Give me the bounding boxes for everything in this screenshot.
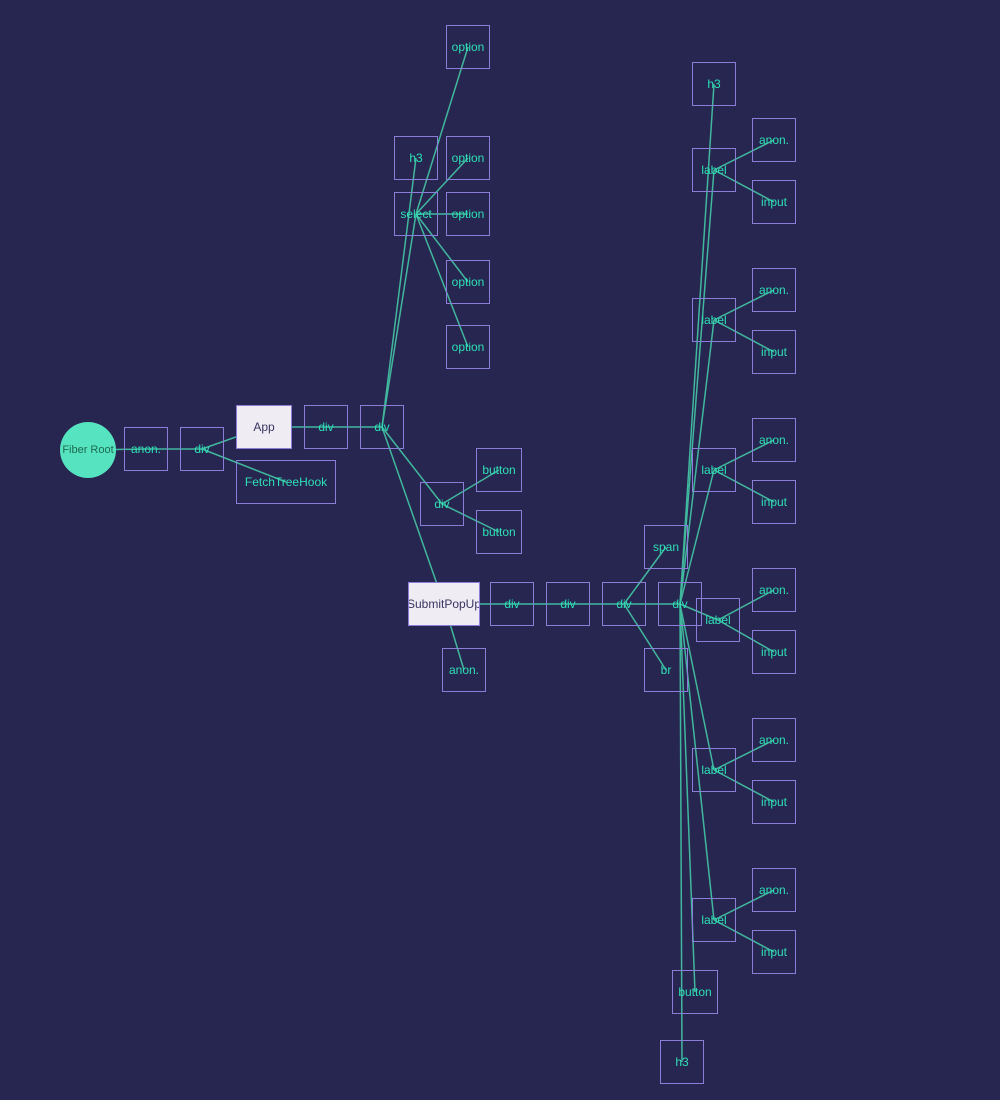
node-anonA[interactable]: anon. — [752, 118, 796, 162]
node-labelB[interactable]: label — [692, 298, 736, 342]
node-option2[interactable]: option — [446, 192, 490, 236]
node-divMain[interactable]: div — [360, 405, 404, 449]
node-h3a[interactable]: h3 — [394, 136, 438, 180]
node-select[interactable]: select — [394, 192, 438, 236]
node-submitPopUp[interactable]: SubmitPopUp — [408, 582, 480, 626]
node-anonD[interactable]: anon. — [752, 568, 796, 612]
node-span[interactable]: span — [644, 525, 688, 569]
node-app[interactable]: App — [236, 405, 292, 449]
node-h3c[interactable]: h3 — [660, 1040, 704, 1084]
node-inputC[interactable]: input — [752, 480, 796, 524]
node-divBtns[interactable]: div — [420, 482, 464, 526]
node-button3[interactable]: button — [672, 970, 718, 1014]
node-option4[interactable]: option — [446, 325, 490, 369]
edge — [416, 47, 468, 214]
node-divRoot[interactable]: div — [180, 427, 224, 471]
node-anonB[interactable]: anon. — [752, 268, 796, 312]
node-labelC[interactable]: label — [692, 448, 736, 492]
node-labelD[interactable]: label — [696, 598, 740, 642]
node-anon2[interactable]: anon. — [442, 648, 486, 692]
node-inputB[interactable]: input — [752, 330, 796, 374]
node-divApp[interactable]: div — [304, 405, 348, 449]
node-divSub2[interactable]: div — [546, 582, 590, 626]
node-button2[interactable]: button — [476, 510, 522, 554]
node-option0[interactable]: option — [446, 25, 490, 69]
tree-canvas[interactable]: Fiber Rootanon.divAppFetchTreeHookdivdiv… — [0, 0, 1000, 1100]
node-divSub3[interactable]: div — [602, 582, 646, 626]
node-option3[interactable]: option — [446, 260, 490, 304]
node-fetchTree[interactable]: FetchTreeHook — [236, 460, 336, 504]
node-inputE[interactable]: input — [752, 780, 796, 824]
node-inputA[interactable]: input — [752, 180, 796, 224]
node-button1[interactable]: button — [476, 448, 522, 492]
node-anonC[interactable]: anon. — [752, 418, 796, 462]
edge — [382, 214, 416, 427]
node-anonF[interactable]: anon. — [752, 868, 796, 912]
node-fiberRoot[interactable]: Fiber Root — [60, 422, 116, 478]
node-option1[interactable]: option — [446, 136, 490, 180]
node-inputD[interactable]: input — [752, 630, 796, 674]
node-divSub1[interactable]: div — [490, 582, 534, 626]
node-anonE[interactable]: anon. — [752, 718, 796, 762]
node-h3b[interactable]: h3 — [692, 62, 736, 106]
node-labelF[interactable]: label — [692, 898, 736, 942]
node-inputF[interactable]: input — [752, 930, 796, 974]
node-labelE[interactable]: label — [692, 748, 736, 792]
node-anon1[interactable]: anon. — [124, 427, 168, 471]
node-labelA[interactable]: label — [692, 148, 736, 192]
node-br[interactable]: br — [644, 648, 688, 692]
